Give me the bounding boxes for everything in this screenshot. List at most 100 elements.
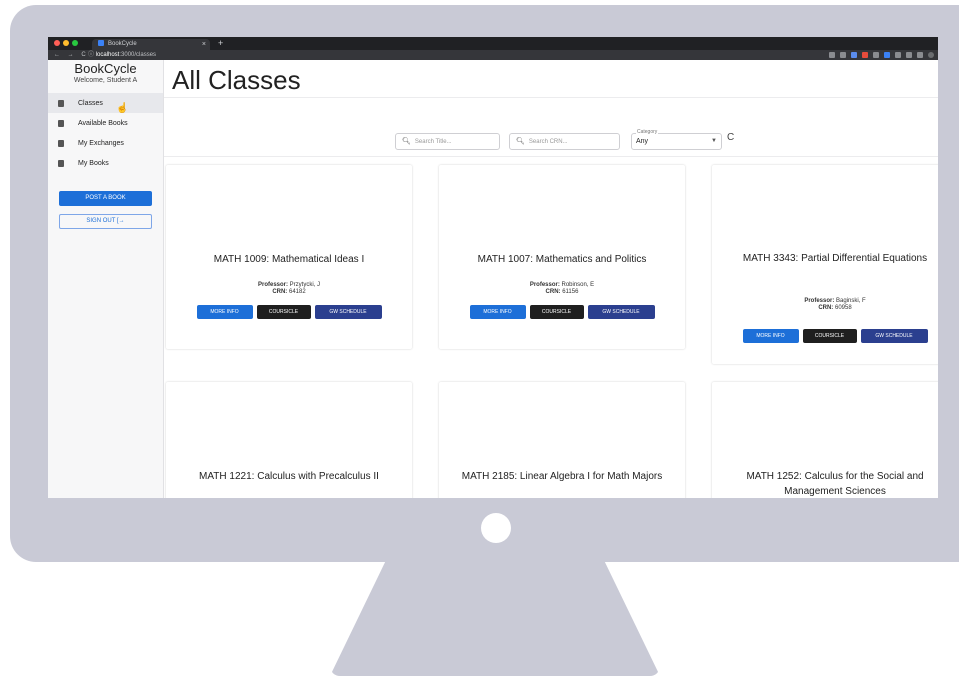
class-title: MATH 1009: Mathematical Ideas I: [213, 254, 365, 265]
extension-icon[interactable]: [862, 52, 868, 58]
books-icon: [58, 139, 64, 147]
browser-tab[interactable]: BookCycle ×: [92, 39, 210, 50]
class-professor: Professor: Baginski, F: [712, 298, 938, 305]
class-title: MATH 2185: Linear Algebra I for Math Maj…: [461, 471, 663, 482]
professor-value: Baginski, F: [836, 298, 866, 304]
refresh-icon[interactable]: C: [727, 132, 734, 143]
sign-out-label: SIGN OUT: [86, 218, 116, 224]
crn-label: CRN:: [545, 289, 561, 295]
divider: [164, 156, 938, 157]
crn-label: CRN:: [818, 305, 834, 311]
class-professor: Professor: Robinson, E: [439, 282, 685, 289]
class-crn: CRN: 61156: [439, 289, 685, 296]
coursicle-button[interactable]: COURSICLE: [529, 305, 584, 319]
professor-value: Robinson, E: [561, 282, 595, 288]
card-actions: MORE INFO COURSICLE GW SCHEDULE: [439, 305, 685, 319]
sidebar-item-my-books[interactable]: My Books: [48, 153, 163, 173]
profile-avatar-icon[interactable]: [928, 52, 934, 58]
card-actions: MORE INFO COURSICLE GW SCHEDULE: [166, 305, 412, 319]
crn-value: 61156: [562, 289, 579, 295]
close-tab-icon[interactable]: ×: [202, 39, 206, 50]
extension-icon[interactable]: [884, 52, 890, 58]
divider: [164, 97, 938, 98]
sidebar: BookCycle Welcome, Student A Classes ☝ A…: [48, 60, 164, 498]
monitor-button: [481, 513, 511, 543]
window-controls: [54, 40, 78, 46]
logout-icon: [→: [116, 218, 125, 224]
more-info-button[interactable]: MORE INFO: [196, 305, 253, 319]
card-actions: MORE INFO COURSICLE GW SCHEDULE: [712, 329, 938, 343]
more-info-button[interactable]: MORE INFO: [742, 329, 799, 343]
gw-schedule-button[interactable]: GW SCHEDULE: [587, 305, 655, 319]
sidebar-menu: Classes ☝ Available Books My Exchanges M…: [48, 93, 163, 173]
sidebar-item-label: My Books: [78, 159, 109, 167]
search-title-input[interactable]: 🔍︎ Search Title...: [395, 133, 500, 150]
extension-icon[interactable]: [917, 52, 923, 58]
professor-value: Przytycki, J: [289, 282, 321, 288]
class-card: MATH 1221: Calculus with Precalculus II: [166, 382, 412, 498]
class-card: MATH 1007: Mathematics and Politics Prof…: [439, 165, 685, 349]
nav-buttons[interactable]: ← → C: [54, 50, 89, 60]
extension-icon[interactable]: [851, 52, 857, 58]
class-crn: CRN: 60958: [712, 305, 938, 312]
maximize-window-icon[interactable]: [72, 40, 78, 46]
gw-schedule-button[interactable]: GW SCHEDULE: [314, 305, 382, 319]
browser-tab-bar: BookCycle × +: [48, 37, 938, 50]
coursicle-button[interactable]: COURSICLE: [802, 329, 857, 343]
favicon-icon: [98, 40, 104, 46]
coursicle-button[interactable]: COURSICLE: [256, 305, 311, 319]
screen: BookCycle × + ← → C ⓘ localhost:3000/cla…: [48, 37, 938, 498]
extensions-area: [829, 52, 934, 58]
extension-icon[interactable]: [840, 52, 846, 58]
extension-icon[interactable]: [906, 52, 912, 58]
professor-label: Professor:: [804, 298, 835, 304]
extension-icon[interactable]: [895, 52, 901, 58]
welcome-text: Welcome, Student A: [73, 77, 138, 84]
post-book-button[interactable]: POST A BOOK: [59, 191, 152, 206]
browser-toolbar: ← → C ⓘ localhost:3000/classes: [48, 50, 938, 60]
class-title: MATH 1007: Mathematics and Politics: [477, 254, 647, 265]
extension-icon[interactable]: [873, 52, 879, 58]
professor-label: Professor:: [257, 282, 288, 288]
address-bar[interactable]: ⓘ localhost:3000/classes: [88, 50, 156, 60]
more-info-button[interactable]: MORE INFO: [469, 305, 526, 319]
url-host: localhost: [95, 52, 120, 58]
category-select[interactable]: Category Any ▼: [631, 129, 722, 150]
crn-value: 64182: [288, 289, 306, 295]
sign-out-button[interactable]: SIGN OUT [→: [59, 214, 152, 229]
sidebar-item-available-books[interactable]: Available Books: [48, 113, 163, 133]
class-professor: Professor: Przytycki, J: [166, 282, 412, 289]
monitor-stand: [330, 560, 660, 676]
sidebar-item-label: My Exchanges: [78, 139, 124, 147]
sidebar-item-label: Available Books: [78, 119, 128, 127]
tab-title: BookCycle: [108, 41, 137, 47]
class-card: MATH 1252: Calculus for the Social and M…: [712, 382, 938, 498]
gw-schedule-button[interactable]: GW SCHEDULE: [860, 329, 928, 343]
extension-icon[interactable]: [829, 52, 835, 58]
class-card: MATH 3343: Partial Differential Equation…: [712, 165, 938, 364]
sidebar-item-my-exchanges[interactable]: My Exchanges: [48, 133, 163, 153]
close-window-icon[interactable]: [54, 40, 60, 46]
search-crn-input[interactable]: 🔍︎ Search CRN...: [509, 133, 620, 150]
book-icon: [58, 159, 64, 167]
book-icon: [58, 99, 64, 107]
search-title-placeholder: Search Title...: [414, 139, 452, 145]
main-content: All Classes 🔍︎ Search Title... 🔍︎ Search C…: [164, 60, 938, 498]
url-path: :3000/classes: [119, 52, 157, 58]
class-crn: CRN: 64182: [166, 289, 412, 296]
book-icon: [58, 119, 64, 127]
class-title: MATH 3343: Partial Differential Equation…: [742, 253, 928, 264]
caret-down-icon: ▼: [711, 138, 717, 144]
class-card: MATH 1009: Mathematical Ideas I Professo…: [166, 165, 412, 349]
new-tab-button[interactable]: +: [218, 37, 223, 50]
minimize-window-icon[interactable]: [63, 40, 69, 46]
search-icon: 🔍︎: [516, 138, 525, 145]
search-icon: 🔍︎: [402, 138, 411, 145]
class-card: MATH 2185: Linear Algebra I for Math Maj…: [439, 382, 685, 498]
class-title: MATH 1252: Calculus for the Social and M…: [746, 471, 924, 497]
search-crn-placeholder: Search CRN...: [528, 139, 568, 145]
category-value: Any: [636, 138, 649, 145]
sidebar-item-classes[interactable]: Classes ☝: [48, 93, 163, 114]
crn-label: CRN:: [272, 289, 288, 295]
crn-value: 60958: [834, 305, 852, 311]
